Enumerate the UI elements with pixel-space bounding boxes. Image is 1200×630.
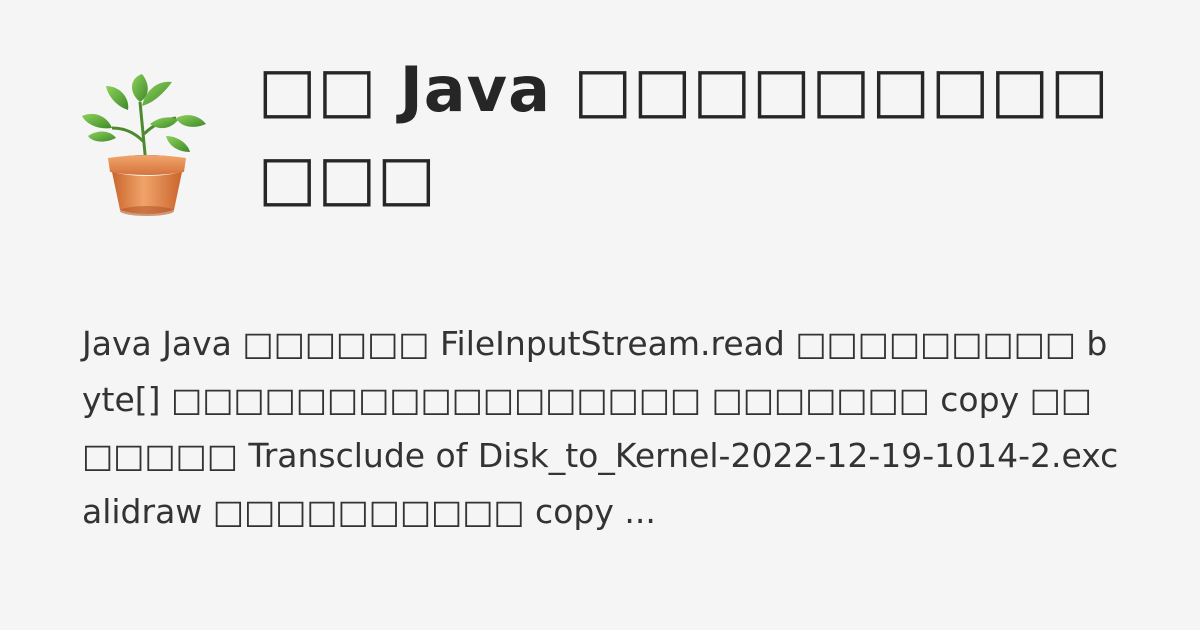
potted-plant-icon [80,72,210,222]
og-card: □□ Java □□□□□□□□□□□□ Java Java □□□□□□ Fi… [0,0,1200,630]
page-title: □□ Java □□□□□□□□□□□□ [258,53,1110,214]
page-description: Java Java □□□□□□ FileInputStream.read □□… [82,324,1119,531]
